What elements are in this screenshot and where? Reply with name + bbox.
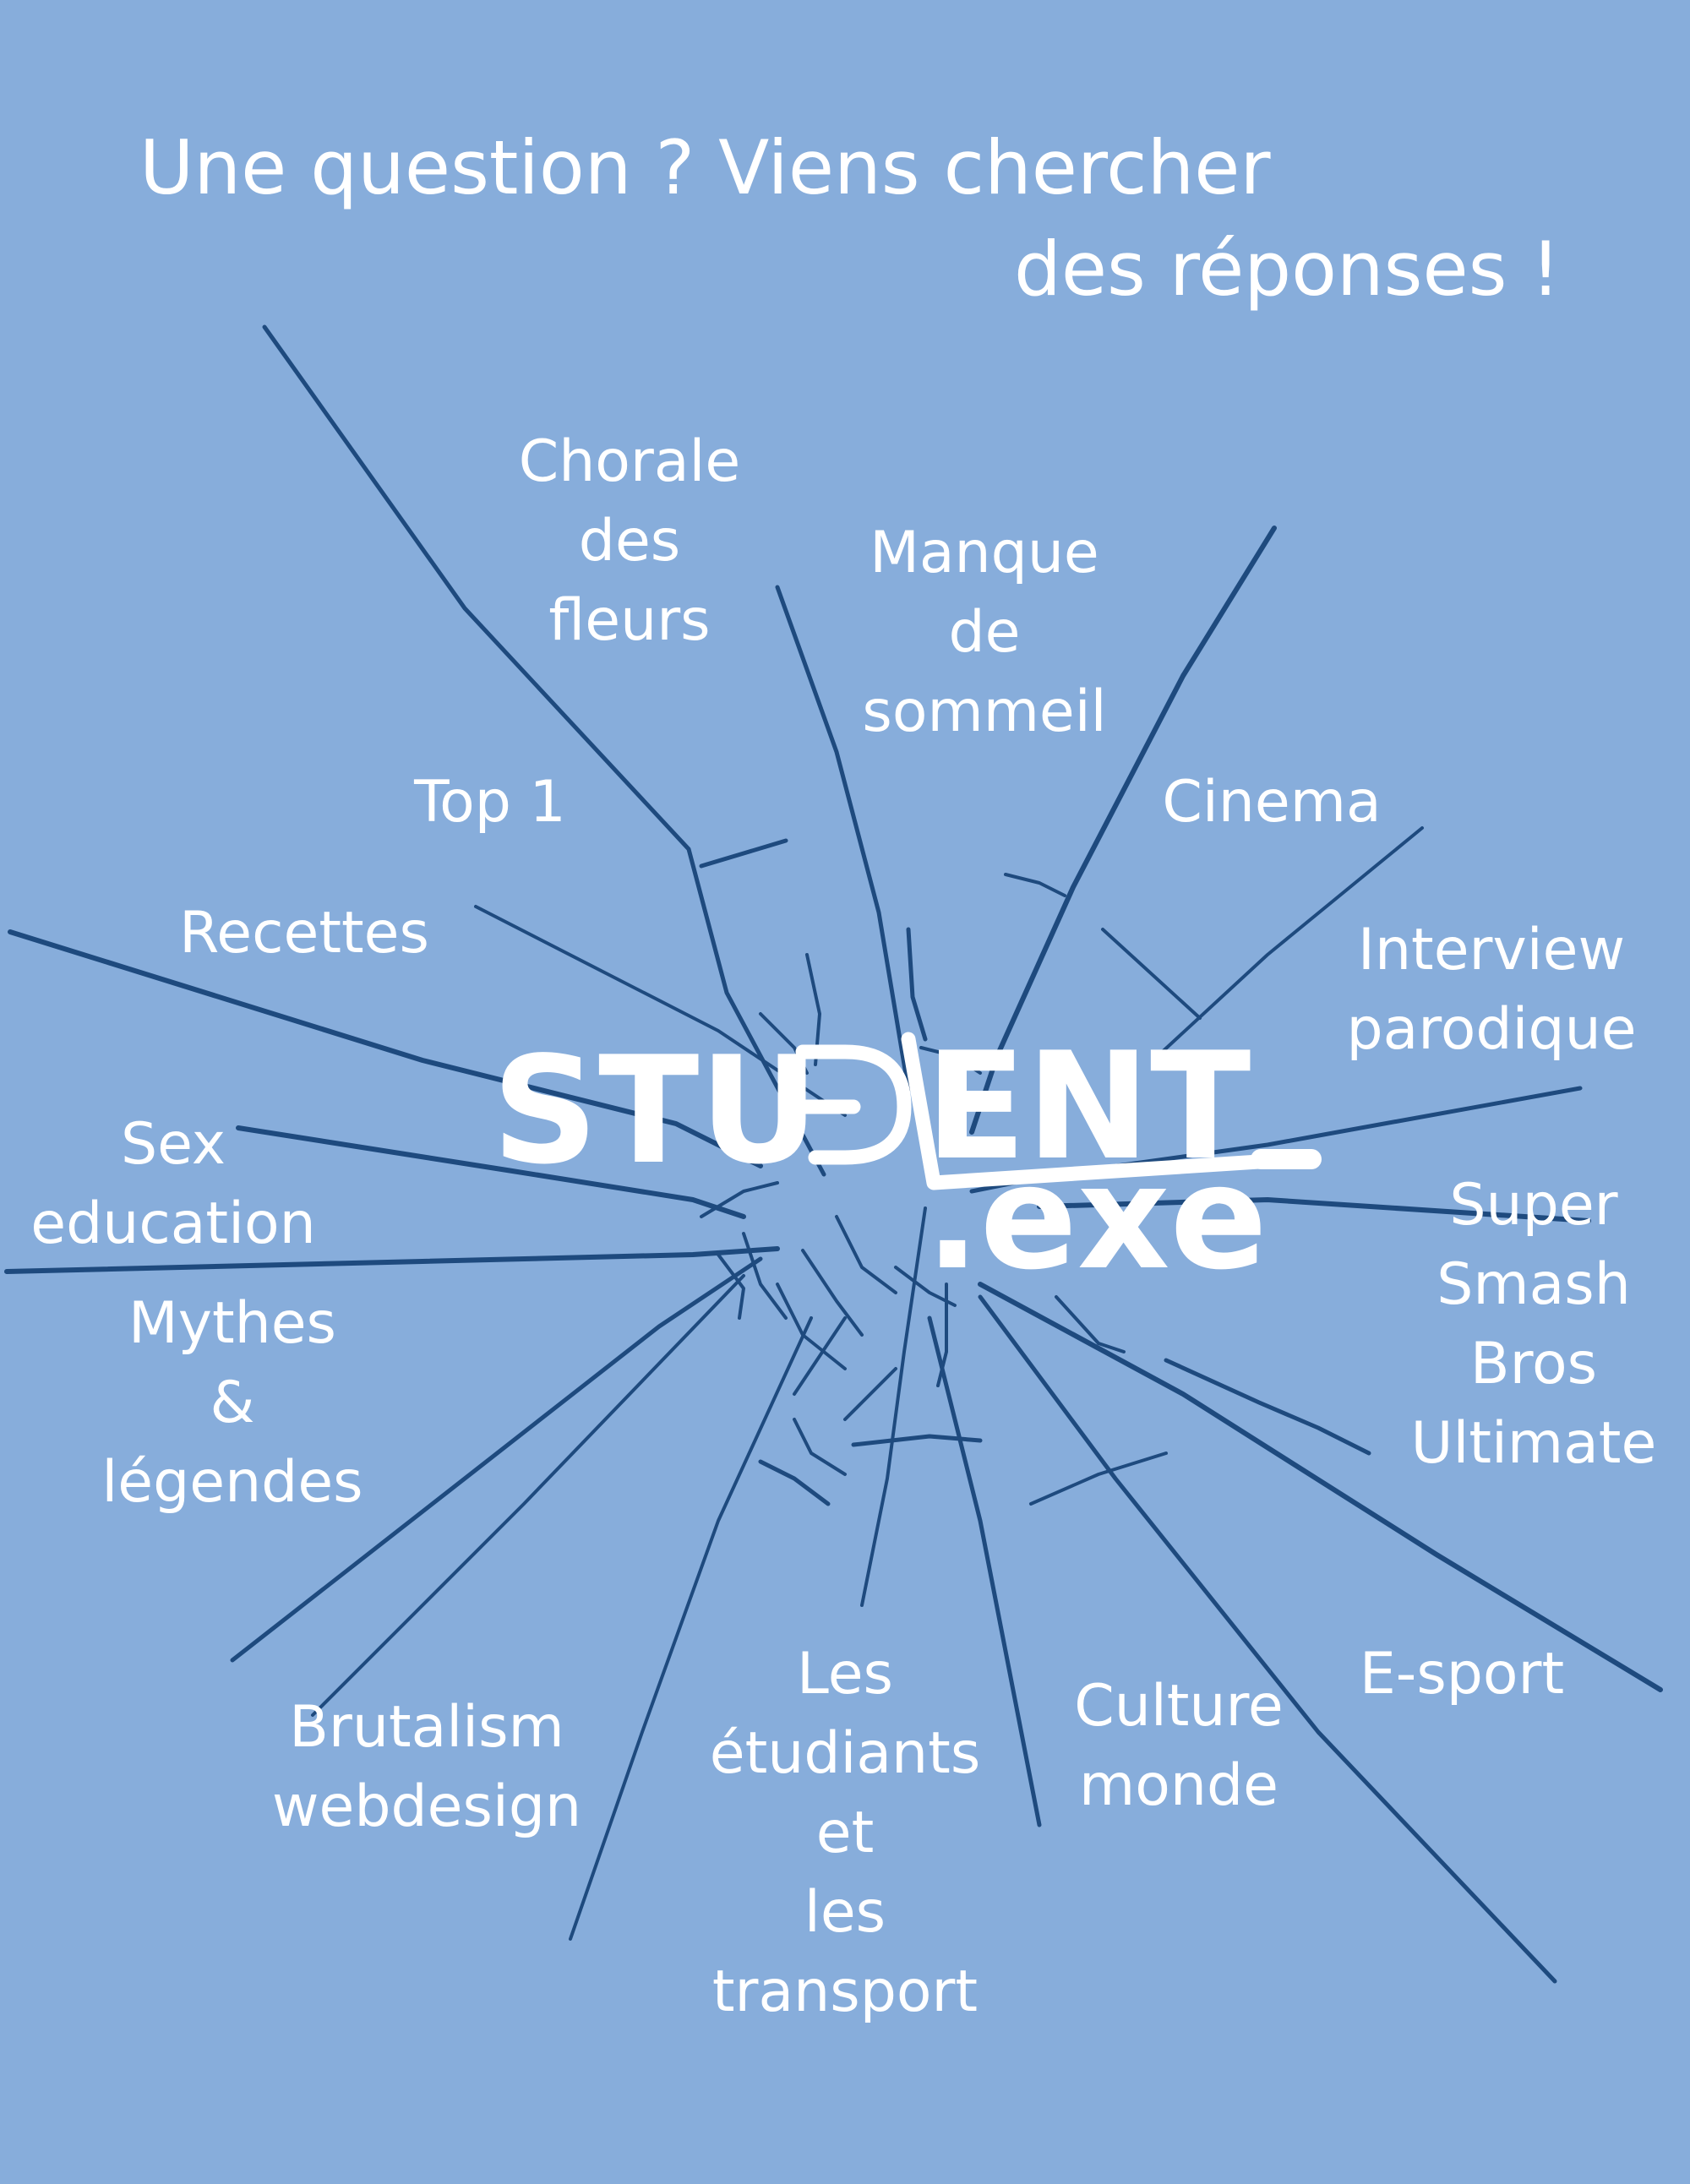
crack-line: [1164, 1358, 1371, 1456]
topic-culture-monde: Culture monde: [1044, 1667, 1314, 1826]
topic-line: Culture: [1074, 1673, 1284, 1740]
topic-line: Super: [1449, 1172, 1618, 1239]
topic-line: et: [815, 1800, 875, 1866]
topic-line: Bros: [1469, 1331, 1598, 1397]
topic-line: Ultimate: [1410, 1410, 1657, 1477]
crack-line: [793, 1316, 847, 1396]
topic-line: Mythes: [128, 1290, 336, 1357]
topic-line: Chorale: [518, 428, 741, 495]
topic-chorale-des-fleurs: Chorale des fleurs: [486, 422, 773, 661]
topic-line: education: [30, 1190, 316, 1257]
crack-line: [843, 1367, 897, 1421]
student-exe-logo: STU ENT .exe: [492, 1021, 1322, 1276]
topic-line: transport: [711, 1958, 979, 2025]
crack-line: [758, 1459, 831, 1506]
topic-line: parodique: [1346, 996, 1637, 1063]
topic-top-1: Top 1: [389, 763, 592, 842]
topic-line: étudiants: [709, 1720, 981, 1787]
topic-line: webdesign: [271, 1773, 582, 1840]
topic-interview-parodique: Interview parodique: [1322, 911, 1660, 1070]
topic-sex-education: Sex education: [4, 1105, 342, 1264]
headline-line-1: Une question ? Viens chercher: [139, 124, 1271, 211]
topic-e-sport: E-sport: [1327, 1635, 1597, 1714]
topic-line: Smash: [1436, 1251, 1631, 1318]
topic-line: des: [578, 508, 681, 575]
topic-recettes: Recettes: [156, 894, 452, 973]
headline-line-2: des réponses !: [1014, 226, 1561, 313]
crack-line: [793, 1418, 847, 1476]
logo-text-stu: STU: [492, 1026, 820, 1197]
topic-brutalism-webdesign: Brutalism webdesign: [241, 1688, 613, 1847]
topic-line: Manque: [870, 520, 1099, 586]
topic-line: légendes: [101, 1449, 363, 1516]
crack-line: [1029, 1451, 1168, 1506]
topic-cinema: Cinema: [1137, 763, 1407, 842]
topic-line: Top 1: [414, 769, 566, 836]
topic-line: Les: [797, 1641, 893, 1707]
topic-line: Brutalism: [289, 1694, 564, 1761]
crack-line: [1004, 873, 1066, 897]
topic-line: &: [210, 1370, 255, 1436]
topic-manque-de-sommeil: Manque de sommeil: [828, 514, 1141, 752]
topic-line: sommeil: [862, 678, 1107, 745]
topic-super-smash-bros-ultimate: Super Smash Bros Ultimate: [1373, 1166, 1690, 1484]
topic-line: fleurs: [548, 587, 711, 654]
topic-les-etudiants-et-les-transport: Les étudiants et les transport: [676, 1635, 1014, 2032]
topic-line: Sex: [120, 1111, 226, 1178]
topic-line: Recettes: [179, 900, 429, 967]
topic-line: de: [948, 599, 1021, 666]
topic-mythes-et-legendes: Mythes & légendes: [76, 1284, 389, 1522]
topic-line: E-sport: [1359, 1641, 1565, 1707]
topic-line: monde: [1079, 1752, 1278, 1819]
poster: Une question ? Viens chercher des répons…: [0, 0, 1690, 2184]
topic-line: Interview: [1357, 917, 1626, 983]
topic-line: les: [804, 1879, 886, 1946]
topic-line: Cinema: [1162, 769, 1382, 836]
crack-line: [699, 838, 788, 869]
logo-text-exe: .exe: [925, 1135, 1268, 1276]
